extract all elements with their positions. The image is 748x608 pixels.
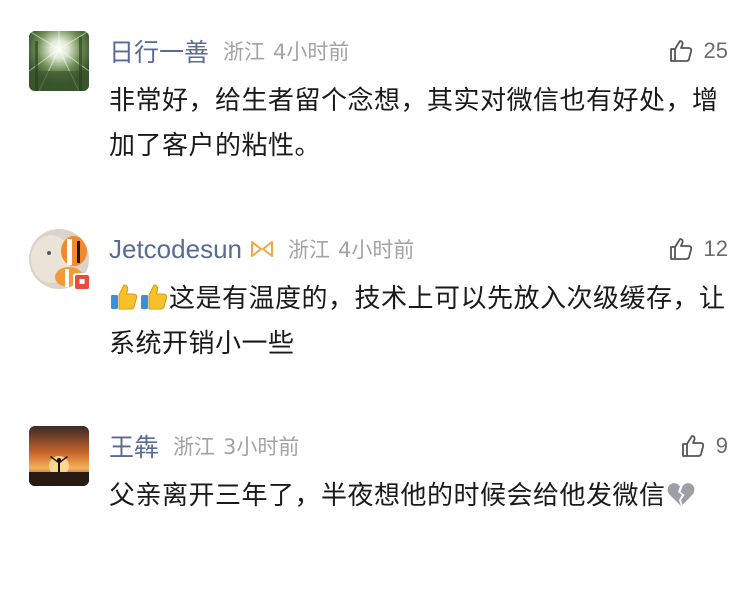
- avatar[interactable]: ▪: [29, 229, 91, 291]
- like-count: 9: [715, 433, 728, 458]
- avatar[interactable]: [29, 31, 89, 91]
- avatar-forest-image: [29, 31, 89, 91]
- comment-meta: 浙江 4小时前: [288, 234, 414, 264]
- user-name[interactable]: 王犇: [109, 428, 159, 464]
- bow-tie-icon: [250, 238, 274, 260]
- comment-text: 父亲离开三年了，半夜想他的时候会给他发微信: [109, 474, 731, 519]
- location: 浙江: [287, 238, 330, 262]
- timestamp: 3小时前: [223, 435, 300, 459]
- like-button[interactable]: 12: [668, 229, 728, 269]
- thumbs-up-outline-icon: [680, 433, 706, 459]
- comment-meta: 浙江 4小时前: [223, 36, 349, 66]
- user-name[interactable]: Jetcodesun: [109, 234, 242, 265]
- comment-text-body: 这是有温度的，技术上可以先放入次级缓存，让系统开销小一些: [109, 284, 726, 359]
- thumbs-up-outline-icon: [668, 38, 694, 64]
- comment-text: 这是有温度的，技术上可以先放入次级缓存，让系统开销小一些: [109, 277, 731, 367]
- like-button[interactable]: 9: [680, 426, 728, 466]
- thumbs-up-icon: [109, 282, 139, 312]
- comment-text-body: 父亲离开三年了，半夜想他的时候会给他发微信: [109, 481, 666, 511]
- user-name[interactable]: 日行一善: [109, 33, 209, 69]
- timestamp: 4小时前: [337, 238, 415, 262]
- thumbs-up-outline-icon: [668, 236, 694, 262]
- location: 浙江: [173, 435, 216, 459]
- badge-icon: ▪: [73, 273, 91, 291]
- like-count: 25: [703, 38, 728, 63]
- thumbs-up-icon: [139, 282, 169, 312]
- like-count: 12: [703, 236, 728, 261]
- avatar[interactable]: [29, 426, 89, 486]
- comment-meta: 浙江 3小时前: [173, 431, 299, 461]
- timestamp: 4小时前: [273, 40, 350, 64]
- comment-text: 非常好，给生者留个念想，其实对微信也有好处，增加了客户的粘性。: [109, 86, 719, 161]
- broken-heart-icon: [666, 479, 696, 509]
- avatar-sunset-image: [29, 426, 89, 486]
- like-button[interactable]: 25: [668, 31, 728, 71]
- location: 浙江: [223, 40, 266, 64]
